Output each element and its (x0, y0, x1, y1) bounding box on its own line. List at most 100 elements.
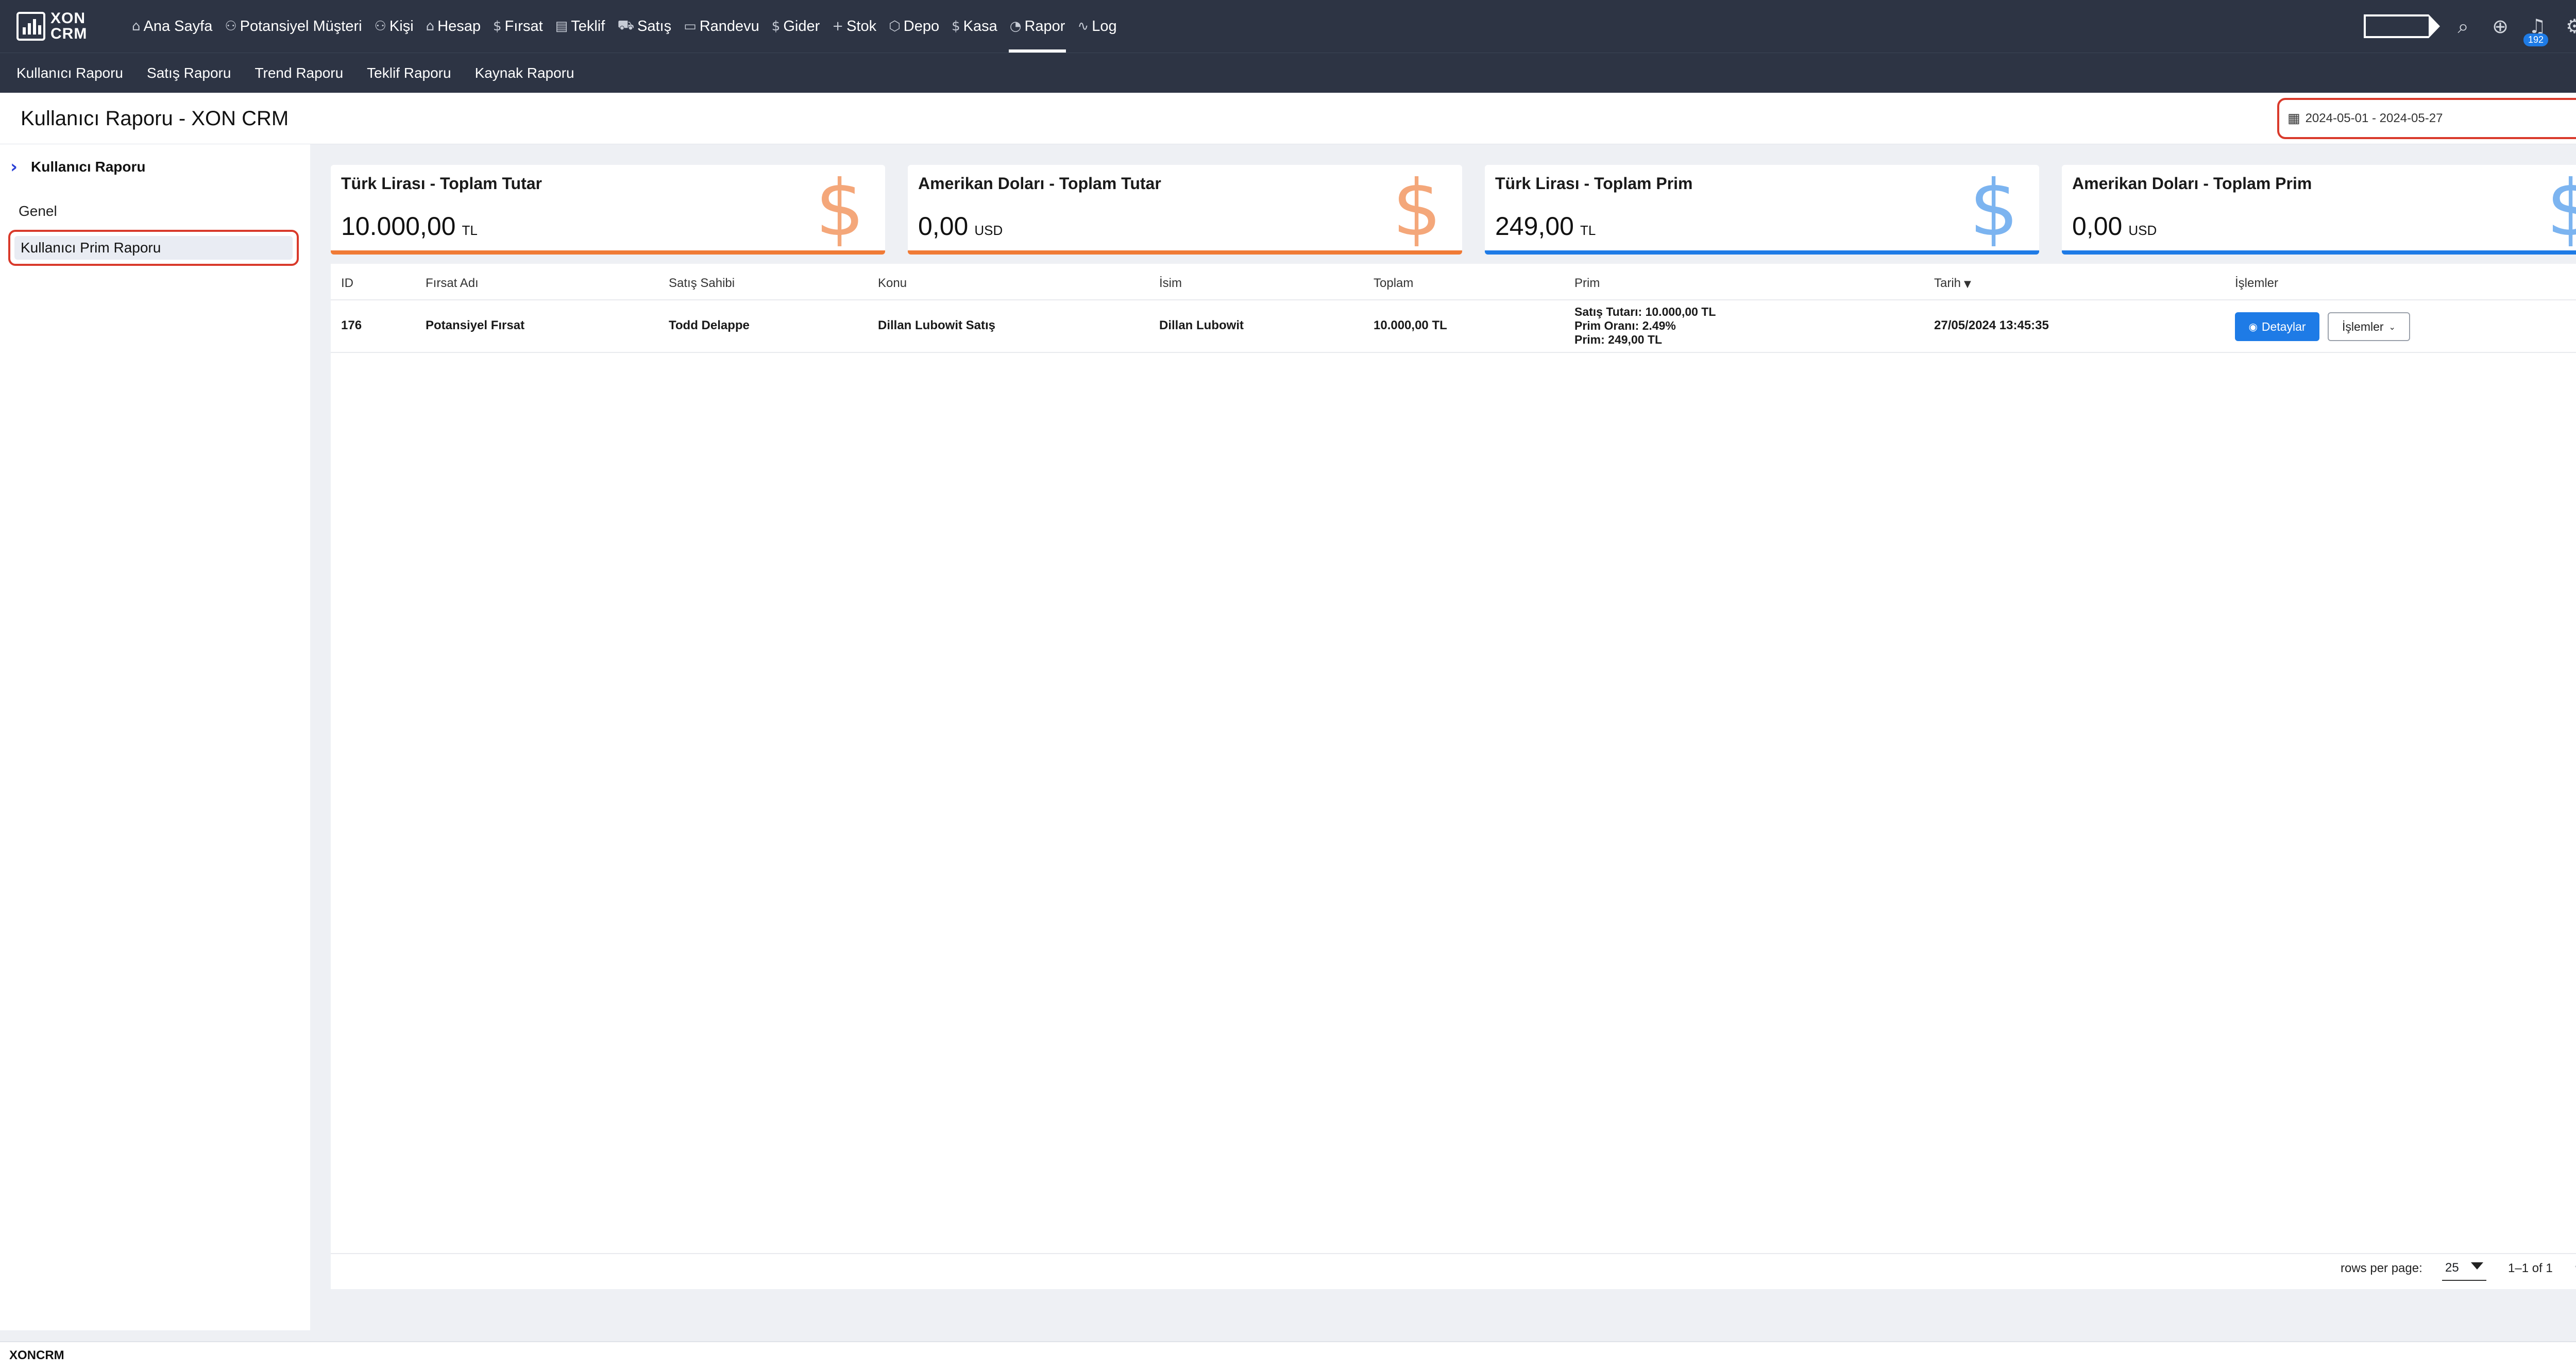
card-unit: TL (462, 223, 478, 238)
column-header[interactable]: Tarih ▼ (1934, 276, 1971, 291)
logo-chart-icon (16, 12, 45, 41)
nav-item-11[interactable]: $ Kasa (945, 0, 1004, 53)
subnav-item-1[interactable]: Satış Raporu (147, 65, 231, 81)
column-header[interactable]: İsim (1159, 276, 1182, 291)
cell-isim: Dillan Lubowit (1159, 318, 1244, 332)
nav-item-10[interactable]: ⬡ Depo (883, 0, 945, 53)
sidebar-heading[interactable]: › Kullanıcı Raporu (10, 157, 145, 177)
nav-item-12[interactable]: ◔ Rapor (1004, 0, 1072, 53)
header-divider (331, 299, 2576, 300)
nav-item-8[interactable]: $ Gider (766, 0, 826, 53)
nav-item-label: Randevu (699, 18, 759, 35)
nav-item-1[interactable]: ⚇ Potansiyel Müşteri (218, 0, 368, 53)
document-icon: ▤ (555, 19, 568, 34)
column-header-label: ID (341, 276, 353, 290)
card-value: 10.000,00 (341, 212, 456, 241)
gear-icon[interactable]: ⚙ (2564, 15, 2576, 38)
column-header[interactable]: ID (341, 276, 353, 291)
nav-item-label: Depo (903, 18, 940, 35)
dollar-icon: $ (815, 165, 865, 253)
nav-item-label: Kişi (389, 18, 414, 35)
nav-item-6[interactable]: ⛟ Satış (611, 0, 677, 53)
subnav-item-0[interactable]: Kullanıcı Raporu (16, 65, 123, 81)
sidebar-heading-label: Kullanıcı Raporu (31, 159, 146, 175)
column-header-label: İsim (1159, 276, 1182, 290)
column-header[interactable]: Konu (878, 276, 907, 291)
cell-konu: Dillan Lubowit Satış (878, 318, 996, 332)
date-range-picker[interactable]: ▦ 2024-05-01 - 2024-05-27 ✕ (2287, 107, 2576, 130)
rows-per-page-select[interactable]: 25 (2442, 1256, 2486, 1281)
column-header[interactable]: Prim (1574, 276, 1600, 291)
nav-item-label: Teklif (571, 18, 605, 35)
nav-item-13[interactable]: ∿ Log (1071, 0, 1123, 53)
subnav-item-4[interactable]: Kaynak Raporu (475, 65, 574, 81)
date-range-highlight: ▦ 2024-05-01 - 2024-05-27 ✕ (2277, 98, 2576, 139)
card-value: 249,00 (1495, 212, 1574, 241)
nav-item-2[interactable]: ⚇ Kişi (368, 0, 420, 53)
nav-item-9[interactable]: + Stok (826, 0, 883, 53)
dollar-icon: $ (2546, 165, 2576, 253)
eye-icon: ◉ (2248, 320, 2258, 333)
actions-dropdown-button[interactable]: İşlemler ⌄ (2328, 312, 2410, 341)
card-accent-bar (908, 250, 1462, 255)
details-button-label: Detaylar (2261, 319, 2306, 333)
nav-item-0[interactable]: ⌂ Ana Sayfa (126, 0, 218, 53)
nav-item-label: Gider (783, 18, 820, 35)
details-button[interactable]: ◉ Detaylar (2235, 312, 2319, 341)
add-circle-icon[interactable]: ⊕ (2489, 15, 2511, 38)
summary-card: Amerikan Doları - Toplam Tutar 0,00 USD $ (908, 165, 1462, 255)
column-header[interactable]: Satış Sahibi (669, 276, 735, 291)
column-header[interactable]: Fırsat Adı (426, 276, 479, 291)
subnav-item-2[interactable]: Trend Raporu (255, 65, 343, 81)
caret-down-icon (2471, 1262, 2483, 1270)
card-value: 0,00 (918, 212, 969, 241)
column-header[interactable]: Toplam (1374, 276, 1413, 291)
card-value-row: 0,00 USD (2072, 211, 2157, 241)
bell-icon[interactable]: ♫ 192 (2523, 15, 2549, 46)
cell-tarih: 27/05/2024 13:45:35 (1934, 318, 2049, 332)
column-header-label: Prim (1574, 276, 1600, 290)
sidebar-item-kullanici-prim-raporu[interactable]: Kullanıcı Prim Raporu (14, 236, 293, 260)
nav-item-label: Hesap (437, 18, 481, 35)
users-icon: ⚇ (374, 19, 386, 34)
arrow-tag-button[interactable] (2364, 14, 2440, 38)
summary-card: Türk Lirası - Toplam Tutar 10.000,00 TL $ (331, 165, 885, 255)
nav-item-label: Satış (637, 18, 672, 35)
nav-item-7[interactable]: ▭ Randevu (677, 0, 766, 53)
cell-id: 176 (341, 318, 362, 332)
nav-item-4[interactable]: $ Fırsat (487, 0, 549, 53)
column-header-label: Toplam (1374, 276, 1414, 290)
column-header-label: Fırsat Adı (426, 276, 479, 290)
dollar-icon: $ (493, 19, 502, 34)
column-header[interactable]: İşlemler (2235, 276, 2278, 291)
card-value-row: 249,00 TL (1495, 211, 1596, 241)
card-unit: USD (2128, 223, 2157, 238)
home-icon: ⌂ (132, 19, 141, 34)
building-icon: ⌂ (426, 19, 435, 34)
search-icon[interactable]: ⌕ (2452, 15, 2474, 38)
report-table: ID Fırsat Adı Satış Sahibi Konu İsim Toplam Pr… (331, 264, 2576, 1289)
nav-item-label: Kasa (963, 18, 997, 35)
nav-item-3[interactable]: ⌂ Hesap (420, 0, 487, 53)
prev-page-icon[interactable]: ‹ (2574, 1257, 2576, 1275)
prim-line: Prim: 249,00 TL (1574, 333, 1663, 346)
logo-text: XON CRM (50, 10, 88, 42)
cart-icon: ⛟ (617, 18, 635, 33)
nav-item-label: Fırsat (504, 18, 543, 35)
logo[interactable]: XON CRM (16, 6, 109, 47)
chevron-down-icon: ⌄ (2388, 322, 2396, 332)
card-title: Amerikan Doları - Toplam Tutar (918, 174, 1161, 193)
chevron-right-icon: › (10, 157, 18, 177)
nav-item-5[interactable]: ▤ Teklif (549, 0, 612, 53)
card-accent-bar (1485, 250, 2039, 255)
rows-per-page-value: 25 (2445, 1261, 2459, 1275)
report-subnav: Kullanıcı Raporu Satış Raporu Trend Raporu… (0, 53, 2576, 93)
sidebar-item-genel[interactable]: Genel (19, 203, 57, 219)
cell-prim: Satış Tutarı: 10.000,00 TL Prim Oranı: 2.… (1574, 305, 1716, 347)
card-value-row: 10.000,00 TL (341, 211, 478, 241)
page-header: Kullanıcı Raporu - XON CRM ▦ 2024-05-01 … (0, 93, 2576, 144)
activity-icon: ∿ (1077, 19, 1089, 34)
user-icon: ⚇ (225, 19, 237, 34)
sort-desc-icon: ▼ (1964, 279, 1971, 290)
subnav-item-3[interactable]: Teklif Raporu (367, 65, 451, 81)
